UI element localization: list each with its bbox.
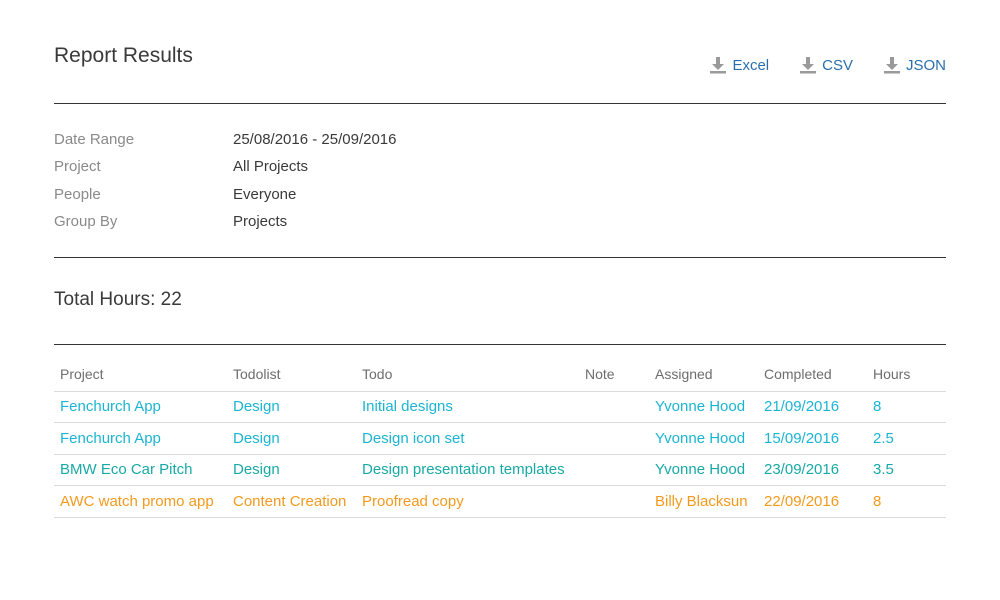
cell-project-link[interactable]: BMW Eco Car Pitch (54, 454, 227, 486)
cell-note (579, 454, 649, 486)
cell-todo-link[interactable]: Design presentation templates (356, 454, 579, 486)
report-header: Report Results Excel CSV JSON (54, 42, 946, 82)
cell-note (579, 485, 649, 518)
cell-hours: 2.5 (867, 422, 946, 455)
table-row: AWC watch promo app Content Creation Pro… (54, 485, 946, 518)
cell-hours: 3.5 (867, 454, 946, 486)
filter-label: Date Range (54, 131, 135, 149)
cell-todo-link[interactable]: Design icon set (356, 422, 579, 455)
cell-assigned-link[interactable]: Yvonne Hood (649, 454, 758, 486)
filter-project: Project All Projects (54, 153, 946, 180)
column-header-note[interactable]: Note (579, 358, 649, 392)
cell-todo-link[interactable]: Proofread copy (356, 485, 579, 518)
filter-value: Everyone (233, 185, 297, 203)
column-header-completed[interactable]: Completed (758, 358, 867, 392)
cell-completed: 22/09/2016 (758, 485, 867, 518)
filter-value: Projects (233, 213, 288, 231)
download-icon (800, 57, 817, 74)
filter-date-range: Date Range 25/08/2016 - 25/09/2016 (54, 126, 946, 153)
filter-label: Project (54, 158, 101, 176)
table-row: Fenchurch App Design Design icon set Yvo… (54, 422, 946, 455)
table-row: BMW Eco Car Pitch Design Design presenta… (54, 454, 946, 486)
cell-assigned-link[interactable]: Billy Blacksun (649, 485, 758, 518)
column-header-assigned[interactable]: Assigned (649, 358, 758, 392)
report-filters: Date Range 25/08/2016 - 25/09/2016 Proje… (54, 126, 946, 235)
export-links: Excel CSV JSON (709, 56, 946, 74)
column-header-project[interactable]: Project (54, 358, 227, 392)
cell-hours: 8 (867, 391, 946, 423)
export-json-label: JSON (905, 56, 946, 74)
cell-completed: 23/09/2016 (758, 454, 867, 486)
column-header-hours[interactable]: Hours (867, 358, 946, 392)
filter-label: Group By (54, 213, 118, 231)
cell-hours: 8 (867, 485, 946, 518)
cell-project-link[interactable]: Fenchurch App (54, 422, 227, 455)
page-title: Report Results (54, 44, 193, 67)
cell-assigned-link[interactable]: Yvonne Hood (649, 391, 758, 423)
filter-value: All Projects (233, 158, 309, 176)
column-header-todo[interactable]: Todo (356, 358, 579, 392)
cell-project-link[interactable]: AWC watch promo app (54, 485, 227, 518)
cell-todolist-link[interactable]: Design (227, 422, 356, 455)
cell-todolist-link[interactable]: Design (227, 454, 356, 486)
report-page: Report Results Excel CSV JSON Date Range… (54, 0, 946, 600)
cell-project-link[interactable]: Fenchurch App (54, 391, 227, 423)
cell-completed: 15/09/2016 (758, 422, 867, 455)
export-csv-label: CSV (822, 56, 853, 74)
table-header-row: Project Todolist Todo Note Assigned Comp… (54, 358, 946, 392)
cell-assigned-link[interactable]: Yvonne Hood (649, 422, 758, 455)
cell-note (579, 422, 649, 455)
download-icon (883, 57, 900, 74)
divider (54, 257, 946, 258)
filter-people: People Everyone (54, 181, 946, 208)
total-hours: Total Hours: 22 (54, 289, 182, 310)
table-row: Fenchurch App Design Initial designs Yvo… (54, 391, 946, 423)
cell-completed: 21/09/2016 (758, 391, 867, 423)
filter-value: 25/08/2016 - 25/09/2016 (233, 131, 397, 149)
export-json-link[interactable]: JSON (883, 56, 946, 74)
divider (54, 103, 946, 104)
export-excel-label: Excel (732, 56, 770, 74)
export-csv-link[interactable]: CSV (799, 56, 853, 74)
report-table: Project Todolist Todo Note Assigned Comp… (54, 358, 946, 518)
cell-todolist-link[interactable]: Design (227, 391, 356, 423)
cell-todo-link[interactable]: Initial designs (356, 391, 579, 423)
download-icon (710, 57, 727, 74)
cell-todolist-link[interactable]: Content Creation (227, 485, 356, 518)
divider (54, 344, 946, 345)
filter-label: People (54, 185, 101, 203)
export-excel-link[interactable]: Excel (709, 56, 769, 74)
cell-note (579, 391, 649, 423)
column-header-todolist[interactable]: Todolist (227, 358, 356, 392)
filter-group-by: Group By Projects (54, 208, 946, 235)
